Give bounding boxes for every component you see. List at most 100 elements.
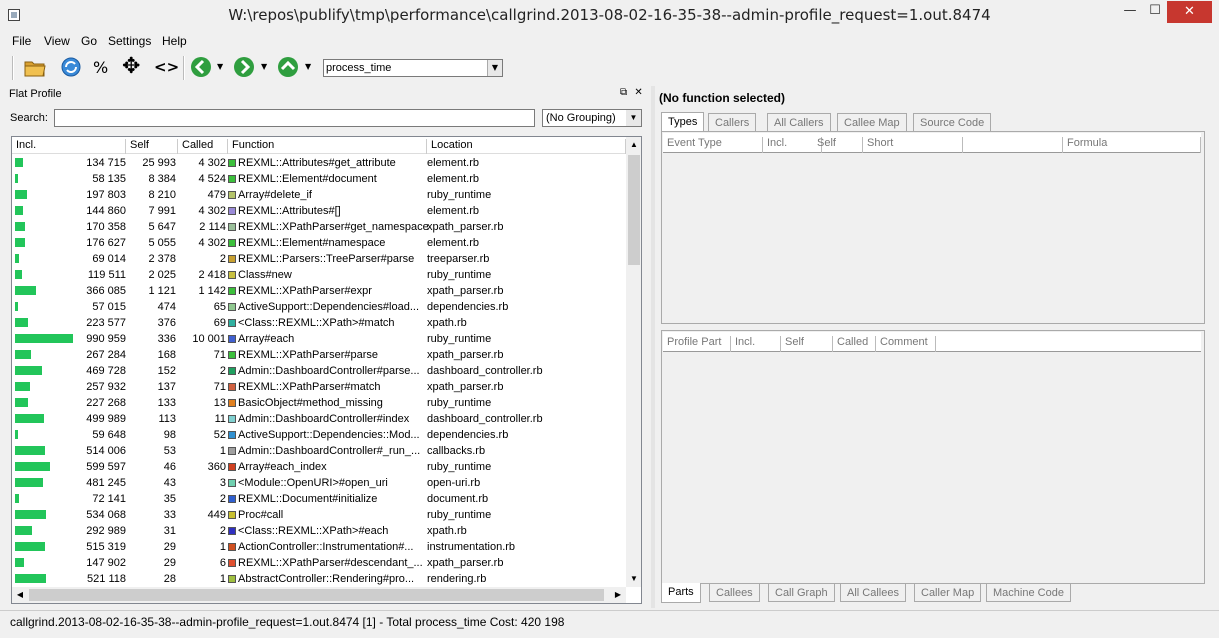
tab-types[interactable]: Types bbox=[661, 112, 705, 132]
chevron-down-icon[interactable]: ▼ bbox=[626, 110, 641, 126]
tab-all-callees[interactable]: All Callees bbox=[840, 584, 906, 602]
table-row[interactable]: 481 245 43 3 <Module::OpenURI>#open_uri open… bbox=[12, 475, 626, 491]
close-button[interactable]: ✕ bbox=[1167, 1, 1212, 23]
menu-view[interactable]: View bbox=[44, 34, 70, 48]
table-row[interactable]: 599 597 46 360 Array#each_index ruby_runtime bbox=[12, 459, 626, 475]
col-location[interactable]: Location bbox=[427, 139, 626, 154]
tab-all-callers[interactable]: All Callers bbox=[767, 113, 831, 131]
move-icon[interactable]: ✥ bbox=[122, 54, 144, 79]
open-folder-icon[interactable] bbox=[23, 56, 46, 78]
col-incl[interactable]: Incl. bbox=[731, 336, 781, 352]
col-called[interactable]: Called bbox=[178, 139, 228, 154]
table-row[interactable]: 292 989 31 2 <Class::REXML::XPath>#each xpat… bbox=[12, 523, 626, 539]
maximize-button[interactable]: ☐ bbox=[1143, 1, 1167, 23]
chevron-down-icon[interactable]: ▼ bbox=[487, 60, 502, 76]
grouping-select[interactable]: (No Grouping) ▼ bbox=[542, 109, 642, 127]
col-short[interactable]: Short bbox=[863, 137, 963, 153]
table-row[interactable]: 990 959 336 10 001 Array#each ruby_runtime bbox=[12, 331, 626, 347]
called-value: 71 bbox=[213, 381, 226, 393]
close-panel-icon[interactable]: ✕ bbox=[634, 87, 642, 98]
forward-dropdown-icon[interactable]: ▼ bbox=[261, 62, 271, 84]
search-input[interactable] bbox=[54, 109, 535, 127]
scroll-down-icon[interactable]: ▼ bbox=[626, 571, 641, 587]
function-color-swatch bbox=[228, 207, 236, 215]
table-row[interactable]: 515 319 29 1 ActionController::Instrumentat… bbox=[12, 539, 626, 555]
menu-settings[interactable]: Settings bbox=[108, 34, 151, 48]
panel-splitter[interactable] bbox=[651, 86, 655, 608]
up-dropdown-icon[interactable]: ▼ bbox=[305, 62, 315, 84]
reload-icon[interactable] bbox=[60, 56, 82, 78]
forward-icon[interactable] bbox=[233, 56, 255, 78]
table-row[interactable]: 57 015 474 65 ActiveSupport::Dependencies#l… bbox=[12, 299, 626, 315]
table-row[interactable]: 119 511 2 025 2 418 Class#new ruby_runtime bbox=[12, 267, 626, 283]
col-self[interactable]: Self bbox=[813, 137, 863, 153]
col-profile-part[interactable]: Profile Part bbox=[663, 336, 731, 352]
horizontal-scrollbar[interactable]: ◀ ▶ bbox=[12, 587, 626, 603]
back-icon[interactable] bbox=[190, 56, 212, 78]
table-row[interactable]: 469 728 152 2 Admin::DashboardController#pa… bbox=[12, 363, 626, 379]
table-row[interactable]: 170 358 5 647 2 114 REXML::XPathParser#get_… bbox=[12, 219, 626, 235]
col-comment[interactable]: Comment bbox=[876, 336, 936, 352]
table-row[interactable]: 197 803 8 210 479 Array#delete_if ruby_runti… bbox=[12, 187, 626, 203]
tab-parts[interactable]: Parts bbox=[661, 583, 701, 603]
table-row[interactable]: 267 284 168 71 REXML::XPathParser#parse xpat… bbox=[12, 347, 626, 363]
tab-machine-code[interactable]: Machine Code bbox=[986, 584, 1071, 602]
menu-file[interactable]: File bbox=[12, 34, 31, 48]
table-row[interactable]: 58 135 8 384 4 524 REXML::Element#document e… bbox=[12, 171, 626, 187]
col-called[interactable]: Called bbox=[833, 336, 876, 352]
cycle-detection-icon[interactable]: <> bbox=[154, 58, 179, 80]
self-value: 25 993 bbox=[142, 157, 176, 169]
table-row[interactable]: 144 860 7 991 4 302 REXML::Attributes#[] ele… bbox=[12, 203, 626, 219]
incl-value: 267 284 bbox=[86, 349, 126, 361]
col-self[interactable]: Self bbox=[126, 139, 178, 154]
table-row[interactable]: 227 268 133 13 BasicObject#method_missing ru… bbox=[12, 395, 626, 411]
hscroll-thumb[interactable] bbox=[29, 589, 604, 601]
table-row[interactable]: 534 068 33 449 Proc#call ruby_runtime bbox=[12, 507, 626, 523]
self-value: 43 bbox=[163, 477, 176, 489]
up-icon[interactable] bbox=[277, 56, 299, 78]
tab-call-graph[interactable]: Call Graph bbox=[768, 584, 835, 602]
table-row[interactable]: 69 014 2 378 2 REXML::Parsers::TreeParser#p… bbox=[12, 251, 626, 267]
col-self[interactable]: Self bbox=[781, 336, 833, 352]
called-value: 479 bbox=[207, 189, 226, 201]
table-row[interactable]: 147 902 29 6 REXML::XPathParser#descendant_… bbox=[12, 555, 626, 571]
function-name: REXML::XPathParser#get_namespace bbox=[238, 221, 428, 233]
table-row[interactable]: 176 627 5 055 4 302 REXML::Element#namespac… bbox=[12, 235, 626, 251]
tab-caller-map[interactable]: Caller Map bbox=[914, 584, 982, 602]
scroll-right-icon[interactable]: ▶ bbox=[610, 587, 626, 603]
event-type-combo[interactable]: process_time ▼ bbox=[323, 59, 503, 77]
table-row[interactable]: 514 006 53 1 Admin::DashboardController#_ru… bbox=[12, 443, 626, 459]
float-icon[interactable]: ⧉ bbox=[620, 87, 627, 98]
tab-callees[interactable]: Callees bbox=[709, 584, 760, 602]
table-row[interactable]: 257 932 137 71 REXML::XPathParser#match xpat… bbox=[12, 379, 626, 395]
scroll-left-icon[interactable]: ◀ bbox=[12, 587, 28, 603]
function-name: Array#each_index bbox=[238, 461, 327, 473]
col-event-type[interactable]: Event Type bbox=[663, 137, 763, 153]
table-row[interactable]: 366 085 1 121 1 142 REXML::XPathParser#expr… bbox=[12, 283, 626, 299]
minimize-button[interactable]: — bbox=[1117, 1, 1143, 23]
col-incl[interactable]: Incl. bbox=[12, 139, 126, 154]
table-row[interactable]: 134 715 25 993 4 302 REXML::Attributes#get_… bbox=[12, 155, 626, 171]
location-value: ruby_runtime bbox=[427, 269, 492, 281]
table-row[interactable]: 72 141 35 2 REXML::Document#initialize docum… bbox=[12, 491, 626, 507]
back-dropdown-icon[interactable]: ▼ bbox=[217, 62, 227, 84]
function-color-swatch bbox=[228, 383, 236, 391]
col-function[interactable]: Function bbox=[228, 139, 427, 154]
scroll-up-icon[interactable]: ▲ bbox=[626, 137, 641, 153]
tab-callers[interactable]: Callers bbox=[708, 113, 757, 131]
tab-source-code[interactable]: Source Code bbox=[913, 113, 992, 131]
percent-toggle-icon[interactable]: % bbox=[93, 58, 115, 80]
tab-callee-map[interactable]: Callee Map bbox=[837, 113, 907, 131]
table-row[interactable]: 521 118 28 1 AbstractController::Rendering#… bbox=[12, 571, 626, 587]
scroll-thumb[interactable] bbox=[628, 155, 640, 265]
col-long[interactable] bbox=[963, 137, 1063, 153]
called-value: 2 bbox=[219, 365, 226, 377]
menu-go[interactable]: Go bbox=[81, 34, 97, 48]
menu-help[interactable]: Help bbox=[162, 34, 187, 48]
table-row[interactable]: 223 577 376 69 <Class::REXML::XPath>#match x… bbox=[12, 315, 626, 331]
table-row[interactable]: 59 648 98 52 ActiveSupport::Dependencies::M… bbox=[12, 427, 626, 443]
table-row[interactable]: 499 989 113 11 Admin::DashboardController#i… bbox=[12, 411, 626, 427]
vertical-scrollbar[interactable]: ▲ ▼ bbox=[626, 137, 641, 587]
function-color-swatch bbox=[228, 431, 236, 439]
col-formula[interactable]: Formula bbox=[1063, 137, 1201, 153]
